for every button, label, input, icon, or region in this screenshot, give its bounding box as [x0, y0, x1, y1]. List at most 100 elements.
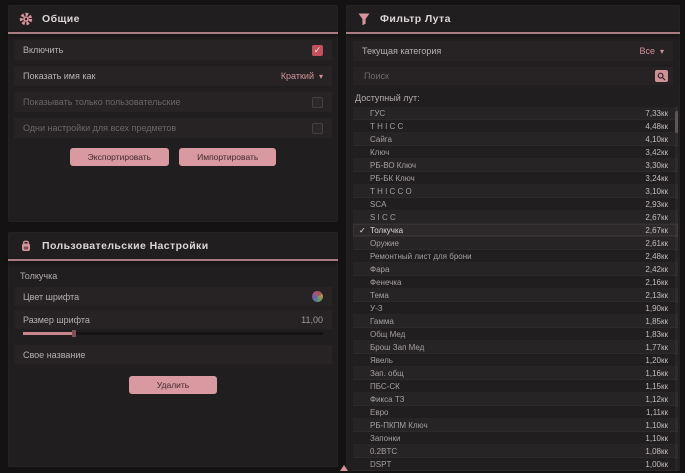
loot-row[interactable]: РБ-БК Ключ 3,24кк: [353, 172, 678, 185]
loot-row[interactable]: Евро 1,11кк: [353, 406, 678, 419]
show-name-label: Показать имя как: [23, 71, 95, 81]
loot-item-name: Т Н I С С О: [370, 187, 645, 196]
loot-item-name: Евро: [370, 408, 646, 417]
loot-row[interactable]: Ключ 3,42кк: [353, 146, 678, 159]
divider: [8, 32, 338, 34]
loot-item-name: РБ-БК Ключ: [370, 174, 645, 183]
loot-item-name: Оружие: [370, 239, 645, 248]
loot-item-value: 1,10кк: [645, 421, 668, 430]
font-color-label: Цвет шрифта: [23, 292, 79, 302]
loot-filter-title: Фильтр Лута: [380, 13, 451, 25]
loot-item-value: 3,42кк: [645, 148, 668, 157]
scrollbar[interactable]: [675, 107, 678, 471]
loot-row[interactable]: У-З 1,90кк: [353, 302, 678, 315]
show-name-row: Показать имя как Краткий ▾: [14, 66, 332, 86]
loot-row[interactable]: 0.2BTC 1,08кк: [353, 445, 678, 458]
chevron-down-icon: ▾: [660, 47, 664, 56]
loot-row[interactable]: Фенечка 2,16кк: [353, 276, 678, 289]
loot-item-value: 2,42кк: [645, 265, 668, 274]
right-column: Фильтр Лута Текущая категория Все ▾: [346, 5, 680, 467]
only-custom-checkbox[interactable]: [312, 97, 323, 108]
loot-row[interactable]: Фара 2,42кк: [353, 263, 678, 276]
loot-item-value: 2,67кк: [645, 213, 668, 222]
loot-item-value: 1,85кк: [645, 317, 668, 326]
font-size-value: 11,00: [301, 315, 323, 325]
loot-item-value: 1,20кк: [645, 356, 668, 365]
loot-row[interactable]: Ремонтный лист для брони 2,48кк: [353, 250, 678, 263]
loot-row[interactable]: Запонки 1,10кк: [353, 432, 678, 445]
font-size-slider[interactable]: [23, 332, 323, 335]
delete-button[interactable]: Удалить: [129, 376, 217, 394]
loot-row[interactable]: Фикса ТЗ 1,12кк: [353, 393, 678, 406]
loot-row[interactable]: Оружие 2,61кк: [353, 237, 678, 250]
loot-row[interactable]: Явель 1,20кк: [353, 354, 678, 367]
font-size-label: Размер шрифта: [23, 315, 90, 325]
loot-item-value: 1,77кк: [645, 343, 668, 352]
loot-item-value: 1,10кк: [645, 434, 668, 443]
resize-handle-icon[interactable]: [340, 465, 348, 471]
divider: [346, 32, 680, 34]
loot-item-value: 2,13кк: [645, 291, 668, 300]
loot-item-name: Брош Зап Мед: [370, 343, 645, 352]
import-button[interactable]: Импортировать: [179, 148, 276, 166]
loot-item-name: РБ-ПКПМ Ключ: [370, 421, 645, 430]
loot-item-value: 1,83кк: [645, 330, 668, 339]
same-settings-label: Одни настройки для всех предметов: [23, 123, 176, 133]
loot-row[interactable]: Зап. общ 1,16кк: [353, 367, 678, 380]
row-check-icon: ✓: [359, 226, 370, 235]
loot-filter-panel: Фильтр Лута Текущая категория Все ▾: [346, 5, 680, 471]
loot-item-name: Т Н I С С: [370, 122, 645, 131]
loot-row[interactable]: Т Н I С С 4,48кк: [353, 120, 678, 133]
enable-row: Включить: [14, 40, 332, 60]
category-value: Все: [639, 46, 655, 56]
loot-item-value: 2,48кк: [645, 252, 668, 261]
search-icon[interactable]: [655, 70, 668, 82]
slider-handle[interactable]: [72, 330, 76, 337]
loot-row[interactable]: Тема 2,13кк: [353, 289, 678, 302]
loot-row[interactable]: ПБС-СК 1,15кк: [353, 380, 678, 393]
delete-row: Удалить: [8, 376, 338, 394]
loot-row[interactable]: Гамма 1,85кк: [353, 315, 678, 328]
loot-row[interactable]: Общ Мед 1,83кк: [353, 328, 678, 341]
same-settings-checkbox[interactable]: [312, 123, 323, 134]
loot-row[interactable]: Сайга 4,10кк: [353, 133, 678, 146]
category-row: Текущая категория Все ▾: [353, 41, 673, 61]
loot-row[interactable]: РБ-ВО Ключ 3,30кк: [353, 159, 678, 172]
loot-item-value: 2,16кк: [645, 278, 668, 287]
chevron-down-icon: ▾: [319, 72, 323, 81]
loot-item-name: Фара: [370, 265, 645, 274]
loot-item-name: Гамма: [370, 317, 645, 326]
loot-row[interactable]: ✓ Толкучка 2,67кк: [353, 224, 678, 237]
custom-name-label: Свое название: [23, 350, 85, 360]
loot-row[interactable]: Брош Зап Мед 1,77кк: [353, 341, 678, 354]
backpack-icon: [19, 239, 33, 253]
scrollbar-thumb[interactable]: [675, 111, 678, 133]
loot-row[interactable]: ГУС 7,33кк: [353, 107, 678, 120]
loot-item-value: 1,00кк: [645, 460, 668, 469]
custom-name-input[interactable]: [85, 349, 323, 361]
loot-item-name: Фикса ТЗ: [370, 395, 645, 404]
app-window: Общие Включить Показать имя как Краткий …: [0, 0, 685, 473]
loot-item-value: 4,10кк: [645, 135, 668, 144]
enable-checkbox[interactable]: [312, 45, 323, 56]
category-dropdown[interactable]: Все ▾: [639, 46, 664, 56]
loot-list: ГУС 7,33кк Т Н I С С 4,48кк Сайга 4,10кк…: [353, 107, 678, 471]
divider: [8, 259, 338, 261]
user-settings-header: Пользовательские Настройки: [8, 232, 338, 259]
loot-row[interactable]: S I С С 2,67кк: [353, 211, 678, 224]
search-input[interactable]: [362, 70, 655, 82]
loot-item-name: 0.2BTC: [370, 447, 645, 456]
loot-row[interactable]: РБ-ПКПМ Ключ 1,10кк: [353, 419, 678, 432]
loot-item-value: 3,24кк: [645, 174, 668, 183]
export-button[interactable]: Экспортировать: [70, 148, 169, 166]
loot-row[interactable]: SCA 2,93кк: [353, 198, 678, 211]
loot-row[interactable]: DSPT 1,00кк: [353, 458, 678, 471]
color-wheel-icon[interactable]: [312, 291, 323, 302]
font-color-row: Цвет шрифта: [14, 287, 332, 306]
loot-item-name: Ключ: [370, 148, 645, 157]
loot-item-name: Фенечка: [370, 278, 645, 287]
loot-item-name: Явель: [370, 356, 645, 365]
general-panel: Общие Включить Показать имя как Краткий …: [8, 5, 338, 222]
show-name-dropdown[interactable]: Краткий ▾: [281, 71, 323, 81]
loot-row[interactable]: Т Н I С С О 3,10кк: [353, 185, 678, 198]
